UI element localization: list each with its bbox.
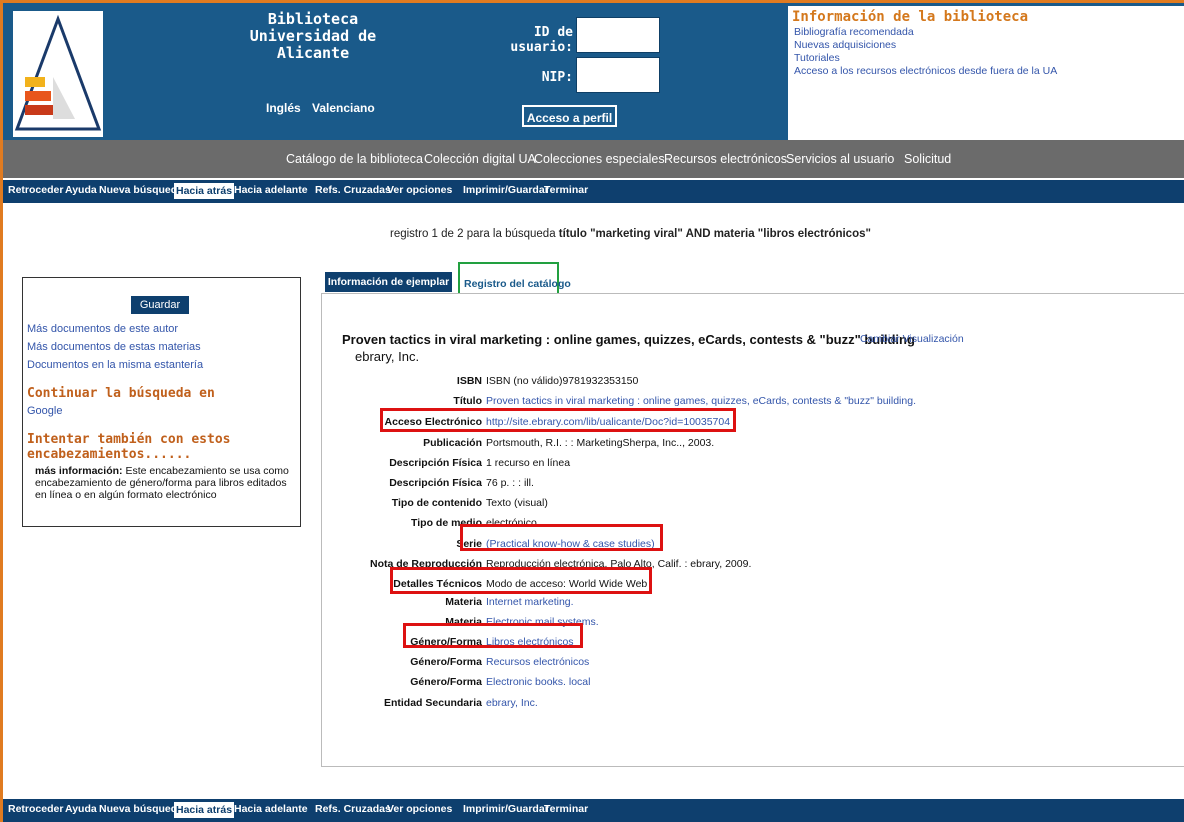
tb-retroceder[interactable]: Retroceder: [8, 184, 63, 196]
search-summary-query: título "marketing viral" AND materia "li…: [558, 228, 871, 240]
field-value-titulo[interactable]: Proven tactics in viral marketing : onli…: [486, 395, 916, 407]
record-author: ebrary, Inc.: [355, 349, 420, 364]
field-label-publicacion: Publicación: [423, 437, 482, 449]
field-label-entidad-secundaria: Entidad Secundaria: [383, 697, 482, 709]
university-logo[interactable]: [13, 11, 103, 137]
field-label-isbn: ISBN: [456, 375, 482, 387]
nav-solicitud[interactable]: Solicitud: [904, 152, 951, 166]
lang-ingles-button[interactable]: Inglés: [262, 99, 305, 117]
highlight-serie: [460, 524, 663, 551]
tb-imprimir-guardar[interactable]: Imprimir/Guardar: [463, 184, 549, 196]
tab-informacion-ejemplar[interactable]: Información de ejemplar: [325, 272, 452, 292]
field-label-genero-forma-3: Género/Forma: [410, 676, 482, 688]
btb-hacia-atras[interactable]: Hacia atrás: [174, 802, 235, 818]
info-link-bibliografia[interactable]: Bibliografía recomendada: [794, 26, 914, 38]
tb-hacia-atras[interactable]: Hacia atrás: [174, 183, 235, 199]
btb-retroceder[interactable]: Retroceder: [8, 803, 63, 815]
nav-coleccion-digital[interactable]: Colección digital UA: [424, 152, 536, 166]
field-value-isbn: ISBN (no válido)9781932353150: [486, 375, 639, 387]
search-summary-prefix: registro 1 de 2 para la búsqueda: [390, 228, 556, 240]
cambiar-visualizacion-link[interactable]: Cambiar Visualización: [860, 333, 964, 345]
btb-imprimir-guardar[interactable]: Imprimir/Guardar: [463, 803, 549, 815]
title-line2: Universidad de Alicante: [249, 27, 377, 62]
nav-colecciones-especiales[interactable]: Colecciones especiales: [534, 152, 665, 166]
link-mas-materias[interactable]: Más documentos de estas materias: [27, 341, 201, 353]
btb-hacia-adelante[interactable]: Hacia adelante: [234, 803, 308, 815]
user-id-input[interactable]: [576, 17, 660, 53]
tab-registro-label: Registro del catálogo: [464, 278, 571, 290]
field-label-genero-forma-2: Género/Forma: [410, 656, 482, 668]
tb-nueva-busqueda[interactable]: Nueva búsqueda: [99, 184, 183, 196]
title-line1: Biblioteca: [267, 10, 359, 28]
tb-hacia-adelante[interactable]: Hacia adelante: [234, 184, 308, 196]
link-misma-estanteria[interactable]: Documentos en la misma estantería: [27, 359, 203, 371]
search-summary: registro 1 de 2 para la búsqueda título …: [390, 228, 871, 240]
field-value-genero-forma-3[interactable]: Electronic books. local: [486, 676, 590, 688]
info-link-nuevas[interactable]: Nuevas adquisiciones: [794, 39, 896, 51]
field-value-publicacion: Portsmouth, R.I. : : MarketingSherpa, In…: [486, 437, 715, 449]
lang-valenciano-button[interactable]: Valenciano: [308, 99, 379, 117]
field-label-tipo-contenido: Tipo de contenido: [391, 497, 482, 509]
header: Biblioteca Universidad de Alicante Inglé…: [3, 3, 1184, 140]
nav-catalogo[interactable]: Catálogo de la biblioteca: [286, 152, 423, 166]
highlight-genero-forma: [403, 623, 583, 648]
nip-label: NIP:: [541, 70, 573, 85]
info-link-acceso-recursos[interactable]: Acceso a los recursos electrónicos desde…: [794, 65, 1057, 77]
field-label-materia: Materia: [445, 596, 482, 608]
field-label-descripcion-fisica-2: Descripción Física: [389, 477, 482, 489]
link-mas-autor[interactable]: Más documentos de este autor: [27, 323, 178, 335]
left-panel: Guardar Más documentos de este autor Más…: [22, 277, 301, 527]
field-value-genero-forma-2[interactable]: Recursos electrónicos: [486, 656, 589, 668]
nav-servicios[interactable]: Servicios al usuario: [786, 152, 894, 166]
btb-ver-opciones[interactable]: Ver opciones: [387, 803, 452, 815]
user-id-label: ID de usuario:: [510, 25, 573, 55]
mas-info-label: más información:: [35, 465, 123, 477]
tb-ver-opciones[interactable]: Ver opciones: [387, 184, 452, 196]
bottom-toolbar: Retroceder Ayuda Nueva búsqueda Hacia at…: [3, 799, 1184, 822]
continuar-heading: Continuar la búsqueda en: [27, 386, 215, 401]
btb-terminar[interactable]: Terminar: [544, 803, 588, 815]
info-link-tutoriales[interactable]: Tutoriales: [794, 52, 840, 64]
link-google[interactable]: Google: [27, 405, 62, 417]
btb-refs-cruzadas[interactable]: Refs. Cruzadas: [315, 803, 391, 815]
record-title: Proven tactics in viral marketing : onli…: [342, 332, 915, 347]
logo-triangle-icon: [14, 14, 102, 131]
tb-refs-cruzadas[interactable]: Refs. Cruzadas: [315, 184, 391, 196]
field-value-descripcion-fisica-2: 76 p. : : ill.: [486, 477, 534, 489]
acceso-perfil-button[interactable]: Acceso a perfil: [522, 105, 617, 127]
info-title: Información de la biblioteca: [792, 9, 1029, 25]
top-toolbar: Retroceder Ayuda Nueva búsqueda Hacia at…: [3, 180, 1184, 203]
field-label-descripcion-fisica: Descripción Física: [389, 457, 482, 469]
field-value-materia[interactable]: Internet marketing.: [486, 596, 574, 608]
field-value-entidad-secundaria[interactable]: ebrary, Inc.: [486, 697, 538, 709]
mas-info-text: más información: Este encabezamiento se …: [35, 465, 297, 501]
main-nav: Catálogo de la biblioteca Colección digi…: [3, 140, 1184, 178]
tb-terminar[interactable]: Terminar: [544, 184, 588, 196]
field-label-titulo: Título: [453, 395, 482, 407]
nip-input[interactable]: [576, 57, 660, 93]
btb-ayuda[interactable]: Ayuda: [65, 803, 97, 815]
field-label-serie: Serie: [456, 538, 482, 550]
library-title: Biblioteca Universidad de Alicante: [223, 11, 403, 62]
library-info-panel: Información de la biblioteca Bibliografí…: [788, 6, 1184, 140]
field-value-tipo-contenido: Texto (visual): [486, 497, 548, 509]
highlight-acceso-electronico: [380, 408, 736, 432]
nav-recursos-electronicos[interactable]: Recursos electrónicos: [664, 152, 787, 166]
highlight-detalles-tecnicos: [390, 567, 652, 594]
tb-ayuda[interactable]: Ayuda: [65, 184, 97, 196]
record-panel: [321, 293, 1184, 767]
field-value-descripcion-fisica: 1 recurso en línea: [486, 457, 571, 469]
btb-nueva-busqueda[interactable]: Nueva búsqueda: [99, 803, 183, 815]
guardar-button[interactable]: Guardar: [131, 296, 189, 314]
field-label-tipo-medio: Tipo de medio: [411, 517, 482, 529]
intentar-heading: Intentar también con estos encabezamient…: [27, 432, 231, 462]
